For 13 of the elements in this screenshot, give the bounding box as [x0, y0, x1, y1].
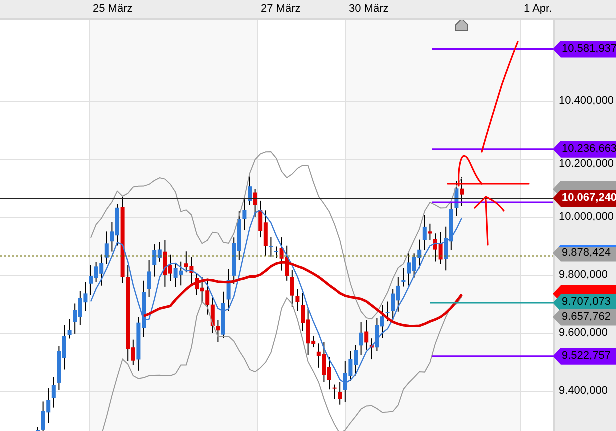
price-label: 10.000,000: [559, 211, 614, 224]
price-tag: 9.522,757: [553, 348, 616, 365]
date-label: 25 März: [93, 3, 133, 16]
price-label: 9.600,000: [559, 327, 608, 340]
price-label: 9.800,000: [559, 269, 608, 282]
date-label: 27 März: [261, 3, 301, 16]
price-label: 10.200,000: [559, 158, 614, 172]
price-tag: 9.657,762: [553, 308, 616, 326]
price-label: 10.400,000: [559, 95, 614, 108]
date-label: 30 März: [349, 3, 389, 16]
price-tag: 9.878,424: [553, 244, 616, 262]
price-label: 9.400,000: [559, 385, 608, 398]
date-label: 1 Apr.: [524, 3, 552, 16]
